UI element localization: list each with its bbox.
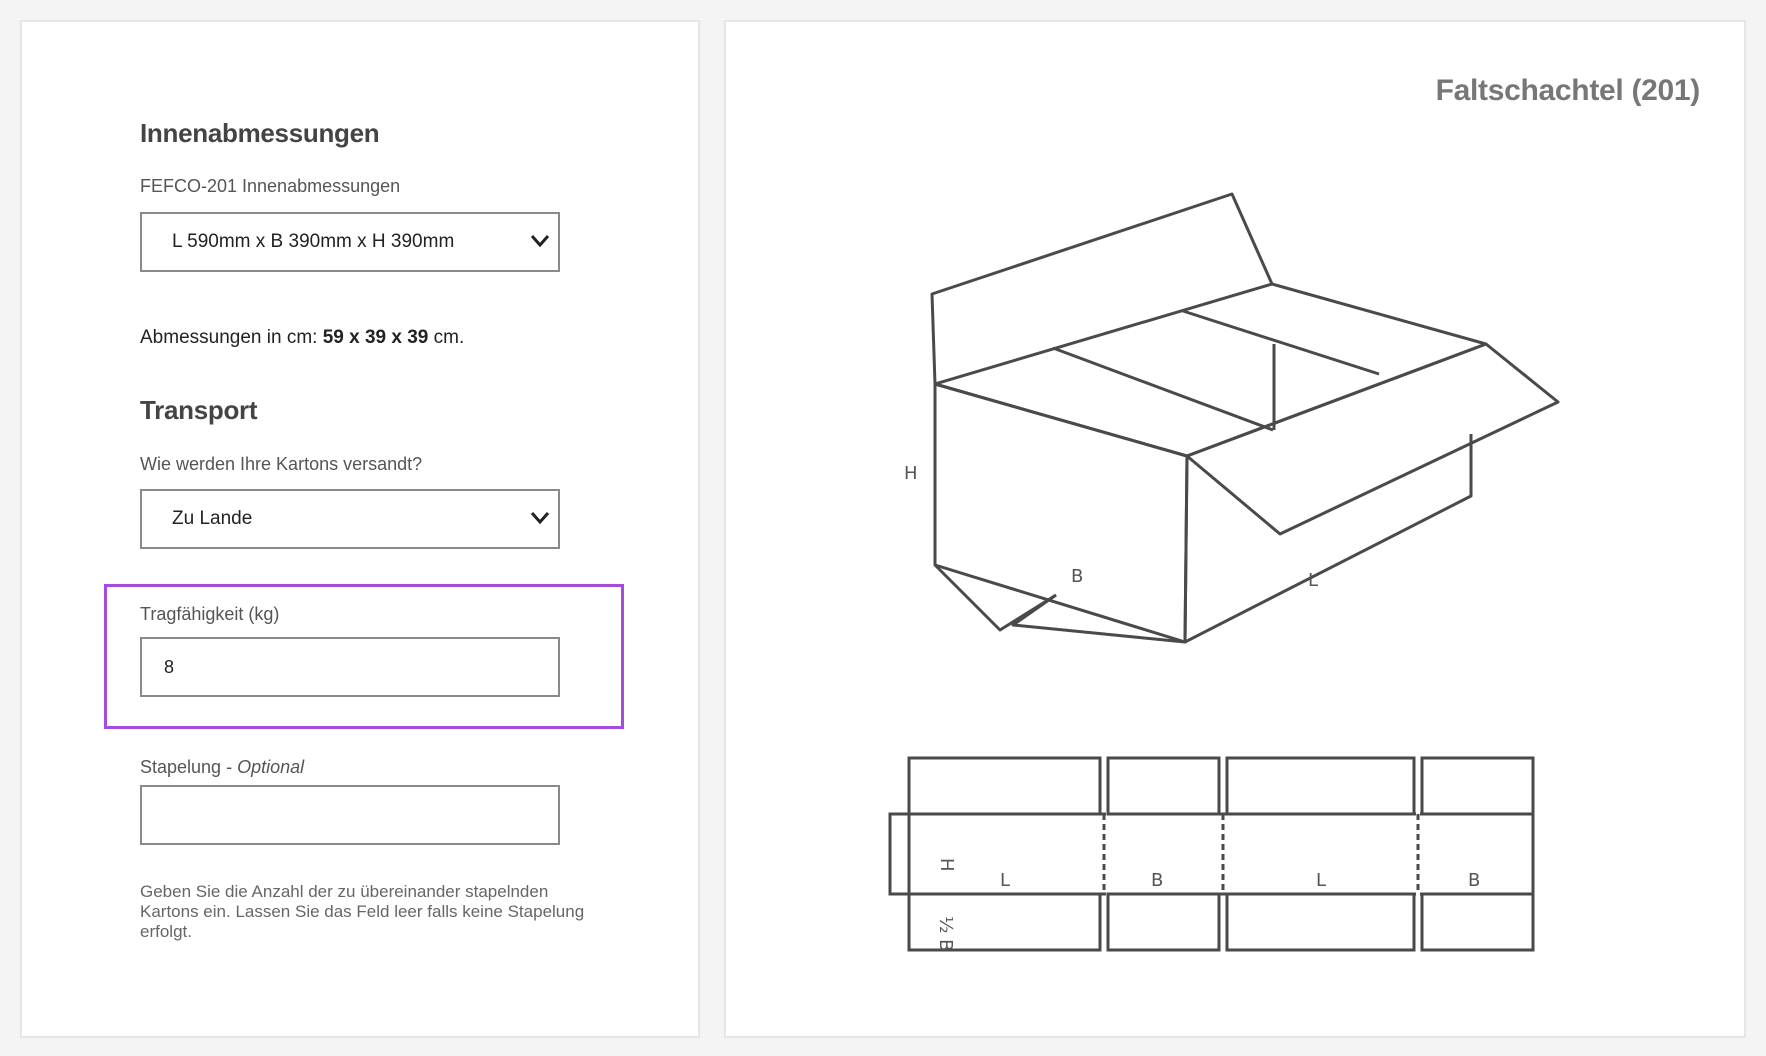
- transport-select[interactable]: Zu Lande: [140, 489, 560, 549]
- dimensions-summary-value: 59 x 39 x 39: [322, 327, 429, 348]
- net-label-h: H: [936, 858, 957, 872]
- dimensions-summary-prefix: Abmessungen in cm:: [140, 327, 323, 348]
- box-back-flap: [930, 192, 1274, 385]
- stacking-label-text: Stapelung -: [140, 757, 238, 777]
- inner-dimensions-label: FEFCO-201 Innenabmessungen: [140, 176, 401, 196]
- capacity-label: Tragfähigkeit (kg): [140, 604, 280, 624]
- transport-value: Zu Lande: [172, 508, 253, 529]
- net-label-half-b: ½ B: [935, 916, 956, 952]
- box-net-drawing: [888, 756, 1535, 952]
- inner-dimensions-select[interactable]: L 590mm x B 390mm x H 390mm: [140, 212, 560, 272]
- capacity-input[interactable]: 8: [140, 637, 560, 697]
- dimensions-summary-suffix: cm.: [428, 327, 465, 348]
- chevron-down-icon: [530, 235, 550, 248]
- transport-label: Wie werden Ihre Kartons versandt?: [140, 454, 423, 474]
- transport-heading: Transport: [140, 395, 258, 425]
- inner-dimensions-heading: Innenabmessungen: [140, 118, 380, 148]
- box-label-h: H: [904, 463, 918, 484]
- stacking-label: Stapelung - Optional: [140, 757, 304, 778]
- box-label-l: L: [1308, 570, 1318, 591]
- stacking-optional-text: Optional: [237, 757, 305, 777]
- net-label-l1: L: [1000, 870, 1010, 891]
- stacking-help-text: Geben Sie die Anzahl der zu übereinander…: [140, 882, 585, 941]
- dimensions-summary: Abmessungen in cm: 59 x 39 x 39 cm.: [140, 327, 464, 349]
- net-label-l2: L: [1316, 870, 1326, 891]
- chevron-down-icon: [530, 512, 550, 525]
- net-label-b2: B: [1468, 870, 1480, 891]
- stacking-input[interactable]: [140, 785, 560, 845]
- box-3d-drawing: H B L H L B L B ½ B: [888, 192, 1560, 952]
- box-label-b: B: [1071, 566, 1083, 587]
- inner-dimensions-value: L 590mm x B 390mm x H 390mm: [172, 231, 455, 252]
- box-top-rim: [933, 282, 1488, 458]
- preview-panel: Faltschachtel (201) H B L H L B L B ½ B: [724, 20, 1746, 1038]
- configuration-panel: Innenabmessungen FEFCO-201 Innenabmessun…: [20, 20, 700, 1038]
- net-label-b1: B: [1151, 870, 1163, 891]
